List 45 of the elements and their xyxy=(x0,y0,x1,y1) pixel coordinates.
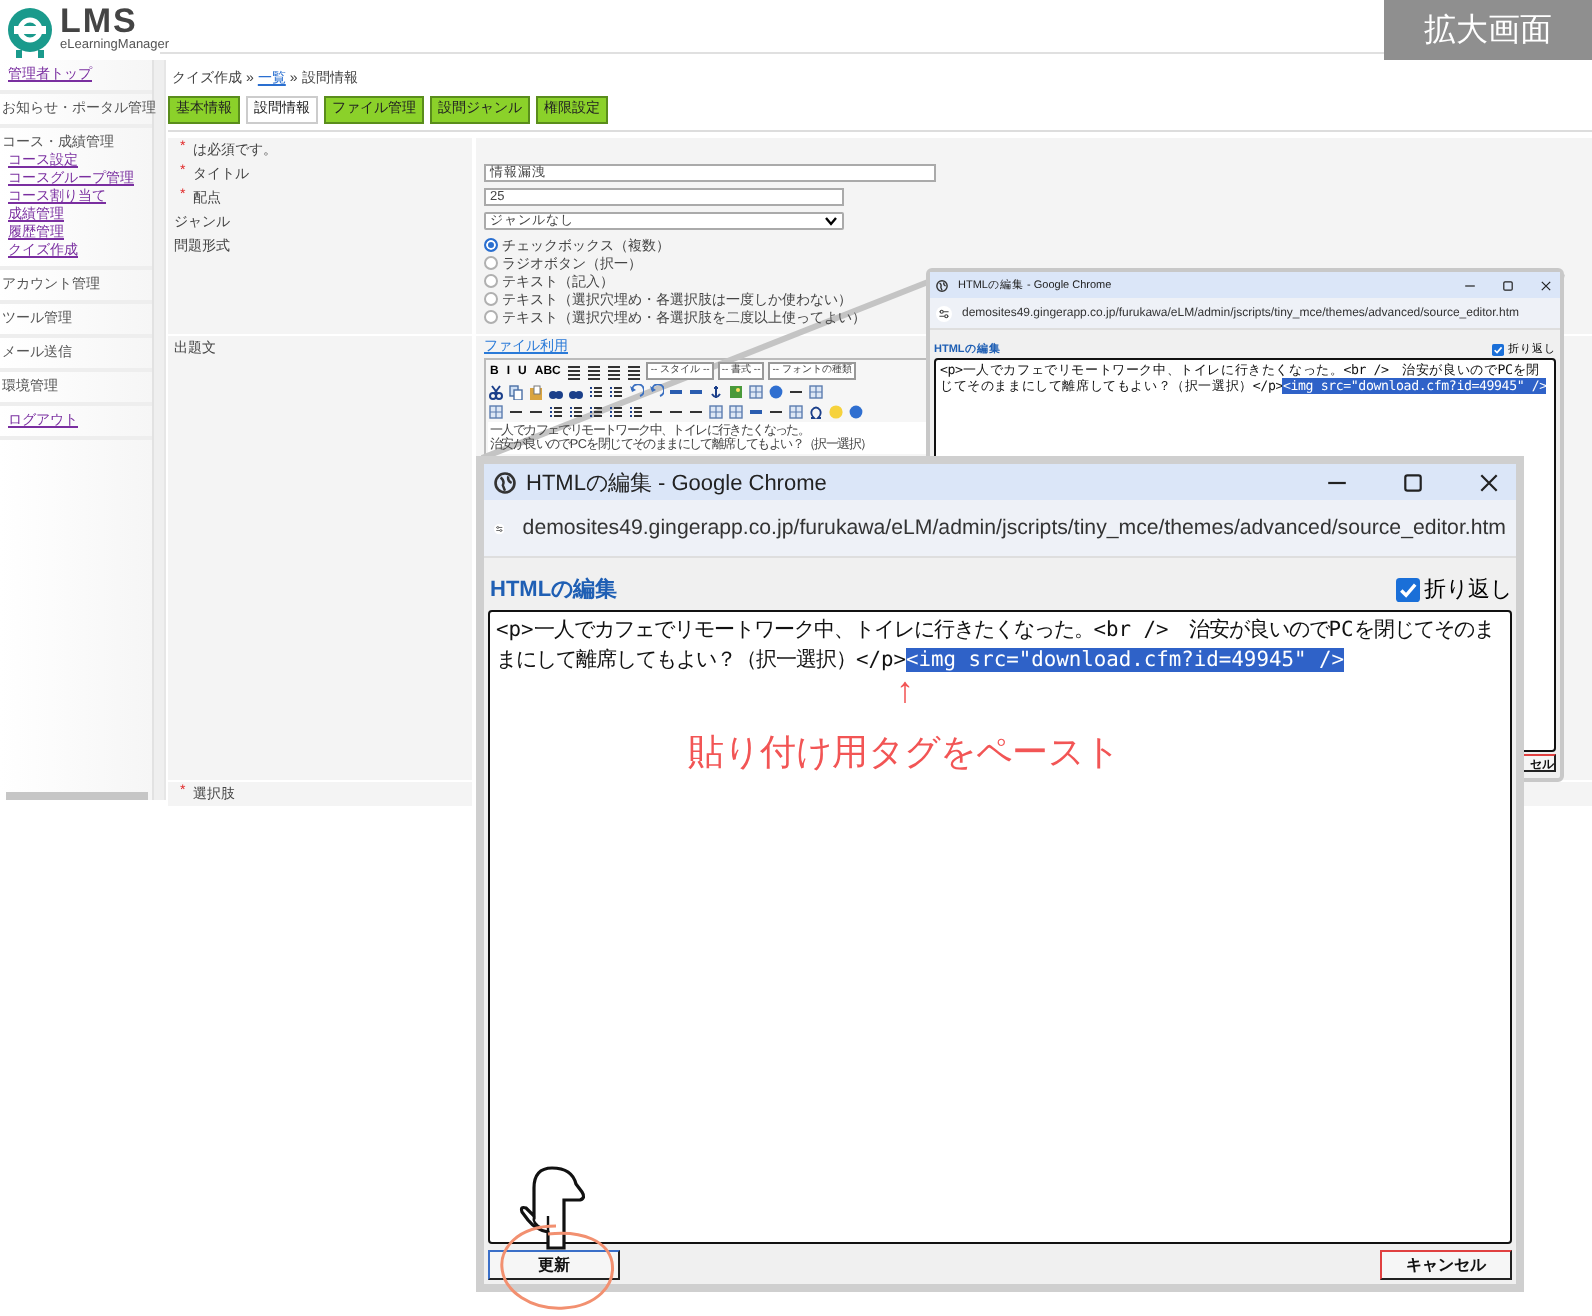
scissors-icon[interactable] xyxy=(488,383,504,399)
zoom-label: 拡大画面 xyxy=(1384,0,1592,60)
close-icon[interactable] xyxy=(1540,279,1552,291)
list-icon[interactable] xyxy=(568,403,584,419)
radio-button[interactable] xyxy=(484,274,498,288)
checkbox[interactable] xyxy=(1396,577,1420,601)
clipboard-icon[interactable] xyxy=(528,383,544,399)
annotation-arrow: ↑ xyxy=(896,670,914,710)
scrollbar[interactable] xyxy=(6,792,148,800)
logo-text: LMS xyxy=(60,4,138,38)
radio-button[interactable] xyxy=(484,292,498,306)
list-icon[interactable] xyxy=(628,403,644,419)
html-source-text: <p>一人でカフェでリモートワーク中、トイレに行きたくなった。<br /> 治安が良いのでPCを閉じてそのままにして離席してもよい？（択一選択）</p><img src="download.cfm?id=49945" /> xyxy=(494,616,1496,676)
align-icon[interactable] xyxy=(606,363,623,379)
list-icon[interactable] xyxy=(588,403,604,419)
radio-button[interactable] xyxy=(484,256,498,270)
align-icon[interactable] xyxy=(586,363,603,379)
update-button[interactable]: 更新 xyxy=(488,1250,620,1280)
caret-icon xyxy=(824,216,838,226)
window-title: HTMLの編集 - Google Chrome xyxy=(526,469,829,497)
maximize-icon[interactable] xyxy=(1502,279,1514,291)
align-icon[interactable] xyxy=(626,363,643,379)
sliders-icon[interactable] xyxy=(936,305,952,321)
radio-button[interactable] xyxy=(484,238,498,252)
dialog-heading: HTMLの編集 xyxy=(490,575,618,604)
url-text: demosites49.gingerapp.co.jp/furukawa/eLM/admin/jscripts/tiny_mce/themes/advanced/source_editor.htm xyxy=(522,516,1506,540)
scrollbar[interactable] xyxy=(154,60,166,800)
annotation-text: 貼り付け用タグをペースト xyxy=(688,730,1120,774)
omega-icon[interactable] xyxy=(808,403,824,419)
list-icon[interactable] xyxy=(548,403,564,419)
globe-icon xyxy=(936,279,948,291)
align-icon[interactable] xyxy=(566,363,583,379)
list-icon[interactable] xyxy=(608,383,624,399)
checkbox-label: 折り返し xyxy=(1424,576,1512,604)
maximize-icon[interactable] xyxy=(1402,471,1424,493)
radio-button[interactable] xyxy=(484,310,498,324)
anchor-icon[interactable] xyxy=(708,383,724,399)
text-area[interactable]: <p>一人でカフェでリモートワーク中、トイレに行きたくなった。<br /> 治安が良いのでPCを閉じてそのままにして離席してもよい？（択一選択）</p><img src="download.cfm?id=49945" /> ↑ 貼り付け用タグをペースト xyxy=(488,610,1512,1244)
checkbox[interactable] xyxy=(1492,343,1504,355)
cancel-button[interactable]: キャンセル xyxy=(1380,1250,1512,1280)
copy-icon[interactable] xyxy=(508,383,524,399)
list-icon[interactable] xyxy=(608,403,624,419)
close-icon[interactable] xyxy=(1478,471,1500,493)
list-icon[interactable] xyxy=(588,383,604,399)
globe-icon xyxy=(494,471,516,493)
